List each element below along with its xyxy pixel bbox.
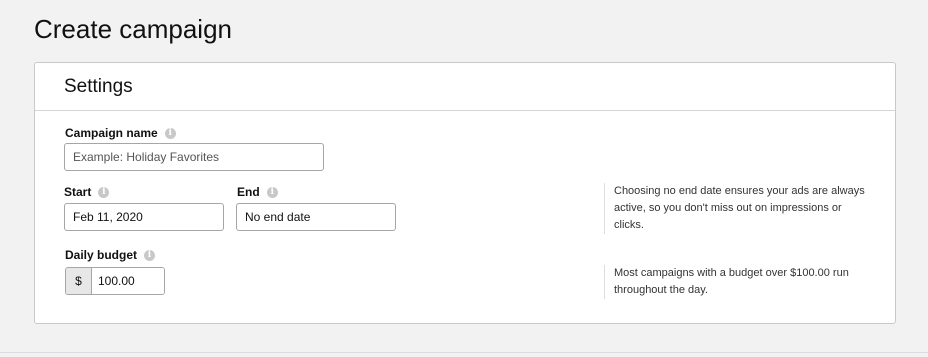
settings-title: Settings bbox=[64, 76, 133, 97]
end-date-input[interactable] bbox=[236, 203, 396, 231]
page-title: Create campaign bbox=[34, 14, 232, 44]
start-label-row: Start i bbox=[64, 184, 110, 200]
campaign-name-info-icon[interactable]: i bbox=[164, 127, 176, 139]
settings-card: Settings Campaign name i Start i End i C… bbox=[34, 62, 896, 324]
daily-budget-info-icon[interactable]: i bbox=[144, 249, 156, 261]
end-info-icon[interactable]: i bbox=[266, 186, 278, 198]
start-label: Start bbox=[64, 185, 92, 199]
budget-help-text: Most campaigns with a budget over $100.0… bbox=[604, 265, 874, 299]
campaign-name-label: Campaign name bbox=[65, 126, 158, 140]
start-info-icon[interactable]: i bbox=[98, 186, 110, 198]
daily-budget-input[interactable] bbox=[92, 268, 164, 294]
daily-budget-label-row: Daily budget i bbox=[65, 247, 156, 263]
campaign-name-input[interactable] bbox=[64, 143, 324, 171]
settings-header: Settings bbox=[35, 63, 895, 111]
end-date-help-text: Choosing no end date ensures your ads ar… bbox=[604, 183, 874, 234]
currency-prefix: $ bbox=[66, 268, 92, 294]
end-label-row: End i bbox=[237, 184, 278, 200]
end-label: End bbox=[237, 185, 260, 199]
daily-budget-field: $ bbox=[65, 267, 165, 295]
bottom-divider bbox=[0, 352, 928, 353]
daily-budget-label: Daily budget bbox=[65, 248, 138, 262]
start-date-input[interactable] bbox=[64, 203, 224, 231]
campaign-name-label-row: Campaign name i bbox=[65, 125, 176, 141]
